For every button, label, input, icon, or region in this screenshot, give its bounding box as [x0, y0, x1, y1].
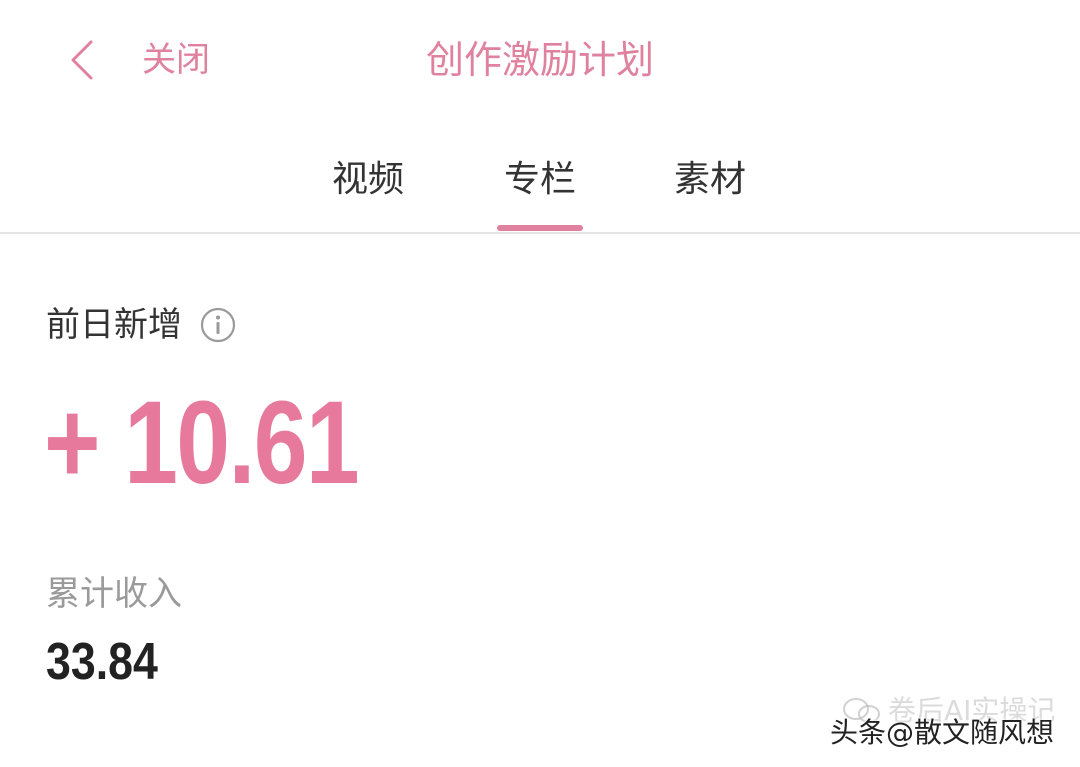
tab-column[interactable]: 专栏 [490, 150, 590, 210]
info-icon[interactable] [200, 307, 236, 343]
page-title: 创作激励计划 [425, 38, 654, 82]
tab-bar: 视频 专栏 素材 [0, 140, 1080, 234]
tab-material[interactable]: 素材 [660, 150, 760, 210]
watermark: 头条@散文随风想 [830, 716, 1055, 749]
top-nav-bar: 关闭 创作激励计划 [0, 0, 1080, 120]
total-income-label: 累计收入 [46, 574, 182, 614]
metric-label: 前日新增 [46, 305, 182, 345]
active-tab-indicator [497, 225, 583, 231]
divider [0, 232, 1080, 234]
metric-value: + 10.61 [44, 377, 360, 509]
metric-header: 前日新增 [46, 300, 236, 350]
tab-video[interactable]: 视频 [318, 150, 418, 210]
total-income-value: 33.84 [46, 633, 158, 691]
